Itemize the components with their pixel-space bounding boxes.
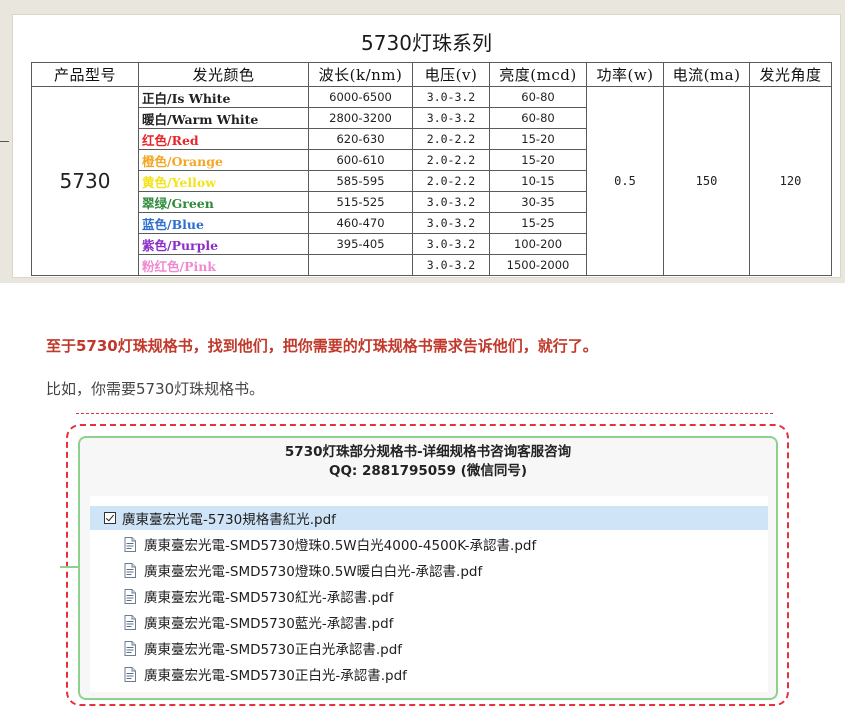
brightness-cell: 60-80 xyxy=(489,86,587,108)
color-cell: 暖白/Warm White xyxy=(138,107,309,129)
file-name: 廣東臺宏光電-5730規格書紅光.pdf xyxy=(122,512,336,528)
dashed-divider xyxy=(76,413,773,414)
file-name: 廣東臺宏光電-SMD5730正白光-承認書.pdf xyxy=(144,668,407,684)
pdf-file-icon xyxy=(124,536,136,552)
spec-table: 产品型号 发光颜色 波长(k/nm) 电压(v) 亮度(mcd) 功率(w) 电… xyxy=(31,62,832,276)
header-brightness: 亮度(mcd) xyxy=(489,62,587,87)
current-cell: 150 xyxy=(663,86,750,276)
spec-table-image: 5730灯珠系列 产品型号 发光颜色 波长(k/nm) 电压(v) 亮度(mcd… xyxy=(0,0,845,283)
brightness-cell: 15-25 xyxy=(489,212,587,234)
voltage-cell: 2.0-2.2 xyxy=(412,128,490,150)
color-cell: 红色/Red xyxy=(138,128,309,150)
voltage-cell: 3.0-3.2 xyxy=(412,86,490,108)
voltage-cell: 3.0-3.2 xyxy=(412,212,490,234)
wavelength-cell: 620-630 xyxy=(308,128,413,150)
table-row: 5730 正白/Is White 6000-6500 3.0-3.2 60-80 0.5 1… xyxy=(31,86,832,276)
file-panel-contact: QQ: 2881795059 (微信同号) xyxy=(328,463,528,479)
pdf-file-icon xyxy=(124,614,136,630)
file-row[interactable]: 廣東臺宏光電-SMD5730藍光-承認書.pdf xyxy=(90,610,393,634)
file-row[interactable]: 廣東臺宏光電-SMD5730燈珠0.5W白光4000-4500K-承認書.pdf xyxy=(90,532,536,556)
file-row[interactable]: 廣東臺宏光電-SMD5730正白光承認書.pdf xyxy=(90,636,402,660)
file-name: 廣東臺宏光電-SMD5730藍光-承認書.pdf xyxy=(144,616,394,632)
body-text: 比如，你需要5730灯珠规格书。 xyxy=(46,380,265,398)
brightness-cell: 60-80 xyxy=(489,107,587,129)
wavelength-cell: 6000-6500 xyxy=(308,86,413,108)
header-current: 电流(ma) xyxy=(663,62,750,87)
checkbox-checked-icon[interactable] xyxy=(104,512,116,524)
connector-line xyxy=(60,566,80,568)
wavelength-cell: 515-525 xyxy=(308,191,413,213)
color-cell: 粉红色/Pink xyxy=(138,254,309,276)
wavelength-cell xyxy=(308,254,413,276)
brightness-cell: 30-35 xyxy=(489,191,587,213)
file-row[interactable]: 廣東臺宏光電-5730規格書紅光.pdf xyxy=(90,506,768,530)
header-color: 发光颜色 xyxy=(138,62,309,87)
spec-table-card: 5730灯珠系列 产品型号 发光颜色 波长(k/nm) 电压(v) 亮度(mcd… xyxy=(12,14,841,278)
color-cell: 蓝色/Blue xyxy=(138,212,309,234)
highlight-text: 至于5730灯珠规格书，找到他们，把你需要的灯珠规格书需求告诉他们，就行了。 xyxy=(46,337,598,355)
color-cell: 橙色/Orange xyxy=(138,149,309,171)
voltage-cell: 3.0-3.2 xyxy=(412,233,490,255)
table-title: 5730灯珠系列 xyxy=(361,31,492,55)
voltage-cell: 2.0-2.2 xyxy=(412,149,490,171)
brightness-cell: 15-20 xyxy=(489,149,587,171)
color-cell: 翠绿/Green xyxy=(138,191,309,213)
wavelength-cell: 460-470 xyxy=(308,212,413,234)
color-cell: 紫色/Purple xyxy=(138,233,309,255)
file-list: 廣東臺宏光電-5730規格書紅光.pdf 廣東臺宏光電-SMD5730燈珠0.5W… xyxy=(90,496,768,692)
file-name: 廣東臺宏光電-SMD5730燈珠0.5W白光4000-4500K-承認書.pdf xyxy=(144,538,537,554)
wavelength-cell: 600-610 xyxy=(308,149,413,171)
file-row[interactable]: 廣東臺宏光電-SMD5730燈珠0.5W暖白白光-承認書.pdf xyxy=(90,558,482,582)
pdf-file-icon xyxy=(124,588,136,604)
file-row[interactable]: 廣東臺宏光電-SMD5730正白光-承認書.pdf xyxy=(90,662,407,686)
model-cell: 5730 xyxy=(31,86,139,276)
pdf-file-icon xyxy=(124,562,136,578)
voltage-cell: 3.0-3.2 xyxy=(412,254,490,276)
brightness-cell: 15-20 xyxy=(489,128,587,150)
header-power: 功率(w) xyxy=(586,62,664,87)
voltage-cell: 3.0-3.2 xyxy=(412,191,490,213)
pdf-file-icon xyxy=(124,666,136,682)
voltage-cell: 2.0-2.2 xyxy=(412,170,490,192)
file-panel-header: 5730灯珠部分规格书-详细规格书咨询客服咨询 QQ: 2881795059 (… xyxy=(80,443,776,481)
header-wavelength: 波长(k/nm) xyxy=(308,62,413,87)
header-voltage: 电压(v) xyxy=(412,62,490,87)
brightness-cell: 10-15 xyxy=(489,170,587,192)
file-name: 廣東臺宏光電-SMD5730紅光-承認書.pdf xyxy=(144,590,394,606)
header-model: 产品型号 xyxy=(31,62,139,87)
table-header-row: 产品型号 发光颜色 波长(k/nm) 电压(v) 亮度(mcd) 功率(w) 电… xyxy=(31,62,832,87)
file-name: 廣東臺宏光電-SMD5730正白光承認書.pdf xyxy=(144,642,403,658)
power-cell: 0.5 xyxy=(586,86,664,276)
color-cell: 黄色/Yellow xyxy=(138,170,309,192)
wavelength-cell: 2800-3200 xyxy=(308,107,413,129)
brightness-cell: 1500-2000 xyxy=(489,254,587,276)
file-panel-title: 5730灯珠部分规格书-详细规格书咨询客服咨询 xyxy=(284,444,572,460)
pdf-file-icon xyxy=(124,640,136,656)
header-angle: 发光角度 xyxy=(749,62,832,87)
margin-mark xyxy=(0,141,9,142)
brightness-cell: 100-200 xyxy=(489,233,587,255)
color-cell: 正白/Is White xyxy=(138,86,309,108)
wavelength-cell: 585-595 xyxy=(308,170,413,192)
file-row[interactable]: 廣東臺宏光電-SMD5730紅光-承認書.pdf xyxy=(90,584,393,608)
wavelength-cell: 395-405 xyxy=(308,233,413,255)
angle-cell: 120 xyxy=(749,86,832,276)
spec-table-body: 5730 正白/Is White 6000-6500 3.0-3.2 60-80 0.5 1… xyxy=(31,86,832,276)
file-name: 廣東臺宏光電-SMD5730燈珠0.5W暖白白光-承認書.pdf xyxy=(144,564,483,580)
voltage-cell: 3.0-3.2 xyxy=(412,107,490,129)
